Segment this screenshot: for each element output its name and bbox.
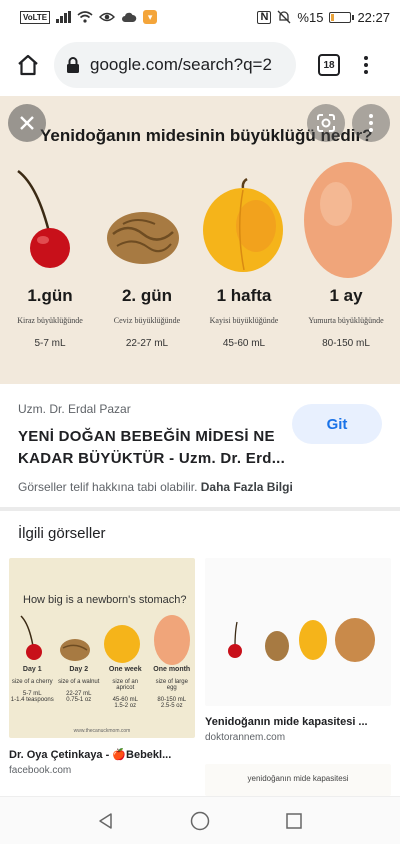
wifi-icon: [77, 11, 93, 23]
cherry-image: [17, 170, 70, 268]
walnut-image: [107, 212, 179, 264]
close-icon: [20, 116, 34, 130]
related-card-site: doktorannem.com: [205, 732, 286, 743]
apricot-image: [203, 178, 283, 272]
stage-volume-label: 22-27 mL: [125, 338, 169, 349]
stage-volume-label: 80-150 mL: [322, 338, 370, 349]
stage-size-label: Yumurta büyüklüğünde: [308, 316, 384, 325]
egg-image: [304, 162, 392, 278]
nfc-icon: N: [257, 10, 272, 24]
stage-day-label: 1.gün: [27, 286, 73, 305]
visit-button[interactable]: Git: [292, 404, 382, 444]
related-foods-image: [228, 618, 375, 662]
browser-menu-button[interactable]: [364, 56, 368, 74]
stage-volume-label: 45-60 mL: [222, 338, 266, 349]
stage-walnut: 2. gün Ceviz büyüklüğünde 22-27 mL: [97, 96, 197, 384]
related-card-title[interactable]: Dr. Oya Çetinkaya - 🍎Bebekl...: [9, 748, 195, 761]
related-card-image[interactable]: yenidoğanın mide kapasitesi: [205, 764, 391, 796]
related-card[interactable]: yenidoğanın mide kapasitesi: [205, 764, 391, 796]
notification-app-icon: ▾: [143, 10, 158, 24]
related-card-title[interactable]: Yenidoğanın mide kapasitesi ...: [205, 716, 391, 728]
stage-size-label: Ceviz büyüklüğünde: [113, 316, 181, 325]
status-bar: VoLTE ▾ N %15 22:27: [0, 0, 400, 34]
related-card[interactable]: How big is a newborn's stomach? Day 1 si…: [9, 558, 195, 776]
url-text[interactable]: google.com/search?q=2: [90, 55, 272, 75]
related-stage-row: Day 1 size of a cherry 5-7 mL 1-1.4 teas…: [9, 666, 195, 709]
lock-icon: [67, 57, 79, 73]
tab-switcher-button[interactable]: 18: [318, 54, 340, 76]
related-card[interactable]: Yenidoğanın mide kapasitesi ... doktoran…: [205, 558, 391, 743]
stage-size-label: Kiraz büyüklüğünde: [17, 316, 83, 325]
system-nav-bar: [0, 796, 400, 844]
preview-image[interactable]: Yenidoğanın midesinin büyüklüğü nedir? 1…: [0, 96, 400, 384]
volte-badge: VoLTE: [20, 10, 51, 24]
result-source[interactable]: Uzm. Dr. Erdal Pazar: [18, 402, 131, 416]
result-info: Uzm. Dr. Erdal Pazar YENİ DOĞAN BEBEĞİN …: [0, 384, 400, 504]
battery-level-fill: [331, 13, 335, 21]
eye-icon: [99, 12, 116, 22]
section-divider: [0, 507, 400, 511]
more-info-link[interactable]: Daha Fazla Bilgi: [201, 480, 293, 494]
stage-day-label: 1 hafta: [216, 286, 272, 305]
preview-more-button[interactable]: [352, 104, 390, 142]
related-image-title: yenidoğanın mide kapasitesi: [247, 774, 349, 783]
stage-cherry: 1.gün Kiraz büyüklüğünde 5-7 mL: [0, 96, 100, 384]
related-card-image[interactable]: How big is a newborn's stomach? Day 1 si…: [9, 558, 195, 738]
related-image-title: How big is a newborn's stomach?: [23, 594, 187, 606]
status-left: VoLTE ▾: [20, 10, 158, 24]
related-stage: One week size of an apricot 45-60 mL 1.5…: [108, 666, 142, 709]
stage-volume-label: 5-7 mL: [34, 338, 66, 349]
stage-day-label: 1 ay: [329, 286, 363, 305]
stage-day-label: 2. gün: [121, 286, 173, 305]
home-icon: [18, 54, 38, 76]
copyright-notice: Görseller telif hakkına tabi olabilir. D…: [18, 480, 293, 494]
related-image-footer: www.thecanuckmom.com: [73, 728, 131, 734]
home-button[interactable]: [10, 47, 46, 83]
battery-icon: [329, 11, 355, 23]
nav-recents-icon[interactable]: [284, 811, 304, 831]
cloud-icon: [122, 12, 137, 22]
stage-size-label: Kayisi büyüklüğünde: [209, 316, 279, 325]
result-title[interactable]: YENİ DOĞAN BEBEĞİN MİDESİ NE KADAR BÜYÜK…: [18, 426, 288, 470]
related-foods-image: [20, 615, 190, 665]
mute-bell-icon: [277, 10, 291, 24]
lens-button[interactable]: [307, 104, 345, 142]
nav-home-icon[interactable]: [189, 810, 211, 832]
battery-percent: %15: [297, 9, 324, 25]
copyright-text: Görseller telif hakkına tabi olabilir.: [18, 480, 198, 494]
status-right: N %15 22:27: [257, 10, 390, 25]
related-stage: Day 1 size of a cherry 5-7 mL 1-1.4 teas…: [10, 666, 54, 703]
related-stage: Day 2 size of a walnut 22-27 mL 0.75-1 o…: [58, 666, 100, 703]
stage-apricot: 1 hafta Kayisi büyüklüğünde 45-60 mL: [194, 96, 294, 384]
stage-egg: 1 ay Yumurta büyüklüğünde 80-150 mL: [296, 96, 396, 384]
lens-icon: [317, 114, 335, 132]
close-preview-button[interactable]: [8, 104, 46, 142]
related-card-image[interactable]: [205, 558, 391, 706]
address-bar[interactable]: google.com/search?q=2: [54, 42, 296, 88]
related-card-site: facebook.com: [9, 765, 72, 776]
related-images-heading: İlgili görseller: [18, 525, 106, 542]
browser-toolbar: google.com/search?q=2 18: [0, 34, 400, 96]
signal-icon: [56, 11, 72, 23]
related-stage: One month size of large egg 80-150 mL 2.…: [153, 666, 191, 709]
nav-back-icon[interactable]: [96, 811, 116, 831]
clock: 22:27: [357, 9, 390, 25]
